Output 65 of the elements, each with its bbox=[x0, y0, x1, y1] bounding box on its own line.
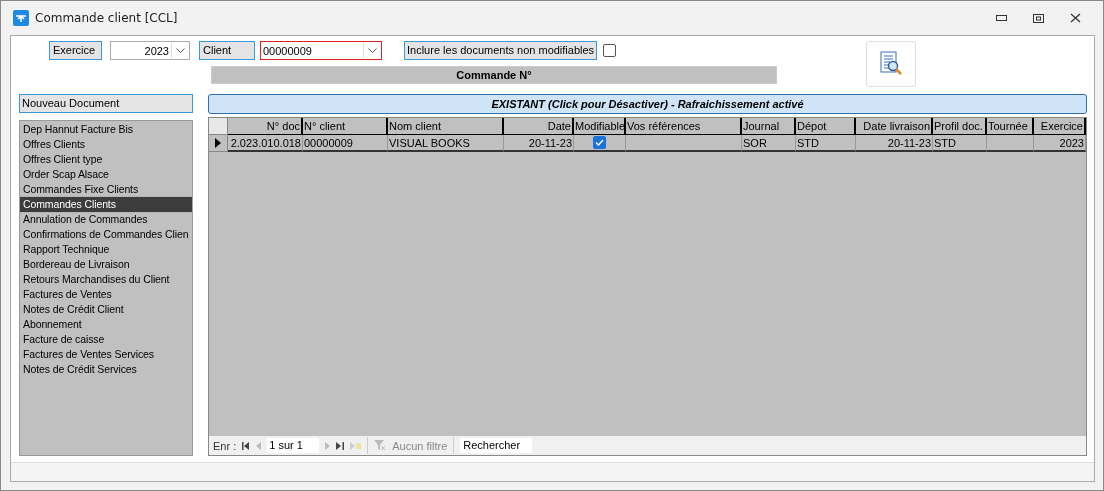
document-type-item[interactable]: Factures de Ventes Services bbox=[20, 347, 192, 362]
column-header[interactable]: Profil doc. bbox=[933, 118, 987, 135]
include-label: Inclure les documents non modifiables bbox=[404, 41, 598, 60]
year-dropdown[interactable]: 2023 bbox=[110, 41, 190, 60]
column-header[interactable]: Tournée bbox=[987, 118, 1034, 135]
table-cell: STD bbox=[933, 135, 987, 152]
document-type-item[interactable]: Factures de Ventes bbox=[20, 287, 192, 302]
record-position-field[interactable]: 1 sur 1 bbox=[267, 438, 320, 453]
new-document-label: Nouveau Document bbox=[19, 94, 193, 113]
column-header[interactable]: Date bbox=[504, 118, 574, 135]
document-type-item[interactable]: Confirmations de Commandes Clien bbox=[20, 227, 192, 242]
include-checkbox[interactable] bbox=[603, 44, 617, 57]
column-header[interactable]: Journal bbox=[742, 118, 796, 135]
table-cell: 00000009 bbox=[303, 135, 388, 152]
close-icon[interactable] bbox=[1070, 13, 1081, 23]
document-type-item[interactable]: Retours Marchandises du Client bbox=[20, 272, 192, 287]
document-type-item[interactable]: Dep Hannut Facture Bis bbox=[20, 122, 192, 137]
document-type-item[interactable]: Annulation de Commandes bbox=[20, 212, 192, 227]
search-field[interactable]: Rechercher bbox=[460, 438, 533, 453]
column-header[interactable]: Vos références bbox=[626, 118, 742, 135]
client-label: Client bbox=[199, 41, 255, 60]
minimize-icon[interactable] bbox=[996, 15, 1007, 21]
restore-icon[interactable] bbox=[1033, 13, 1044, 23]
table-cell: STD bbox=[796, 135, 856, 152]
table-cell: VISUAL BOOKS bbox=[388, 135, 504, 152]
window-title: Commande client [CCL] bbox=[35, 11, 178, 25]
column-header[interactable]: N° client bbox=[303, 118, 388, 135]
triangle-icon bbox=[215, 138, 221, 148]
modifiable-checkbox[interactable] bbox=[593, 136, 606, 149]
document-type-item[interactable]: Commandes Fixe Clients bbox=[20, 182, 192, 197]
client-dropdown[interactable]: 00000009 bbox=[260, 41, 382, 60]
document-type-item[interactable]: Abonnement bbox=[20, 317, 192, 332]
first-record-icon[interactable] bbox=[242, 441, 251, 450]
document-type-item[interactable]: Bordereau de Livraison bbox=[20, 257, 192, 272]
document-magnifier-icon bbox=[879, 51, 903, 77]
table-cell: 20-11-23 bbox=[504, 135, 574, 152]
table-cell: 2023 bbox=[1034, 135, 1086, 152]
empty-cell bbox=[987, 135, 1034, 152]
document-type-item[interactable]: Notes de Crédit Client bbox=[20, 302, 192, 317]
document-type-item[interactable]: Facture de caisse bbox=[20, 332, 192, 347]
document-type-item[interactable]: Rapport Technique bbox=[20, 242, 192, 257]
table-cell: 2.023.010.018 bbox=[228, 135, 303, 152]
status-banner[interactable]: EXISTANT (Click pour Désactiver) - Rafraichissement activé bbox=[208, 94, 1087, 114]
exercice-label: Exercice bbox=[49, 41, 102, 60]
document-type-item[interactable]: Offres Client type bbox=[20, 152, 192, 167]
caret-icon[interactable] bbox=[368, 48, 377, 53]
document-type-item[interactable]: Notes de Crédit Services bbox=[20, 362, 192, 377]
record-label: Enr : bbox=[213, 439, 237, 452]
column-header[interactable]: Date livraison bbox=[856, 118, 933, 135]
table-cell: 20-11-23 bbox=[856, 135, 933, 152]
document-type-item[interactable]: Order Scap Alsace bbox=[20, 167, 192, 182]
column-header[interactable]: Dépot bbox=[796, 118, 856, 135]
document-type-item[interactable]: Commandes Clients bbox=[20, 197, 192, 212]
column-header[interactable]: Modifiable bbox=[574, 118, 626, 135]
column-header[interactable]: Exercice bbox=[1034, 118, 1086, 135]
app-icon bbox=[13, 10, 29, 26]
caret-icon[interactable] bbox=[176, 48, 185, 53]
table-cell: SOR bbox=[742, 135, 796, 152]
preview-button[interactable] bbox=[866, 41, 916, 87]
column-header[interactable]: Nom client bbox=[388, 118, 504, 135]
column-header[interactable]: N° doc bbox=[228, 118, 303, 135]
last-record-icon[interactable] bbox=[336, 441, 345, 450]
document-type-item[interactable]: Offres Clients bbox=[20, 137, 192, 152]
row-selector[interactable] bbox=[209, 135, 228, 152]
order-number-bar: Commande N° bbox=[211, 66, 777, 84]
